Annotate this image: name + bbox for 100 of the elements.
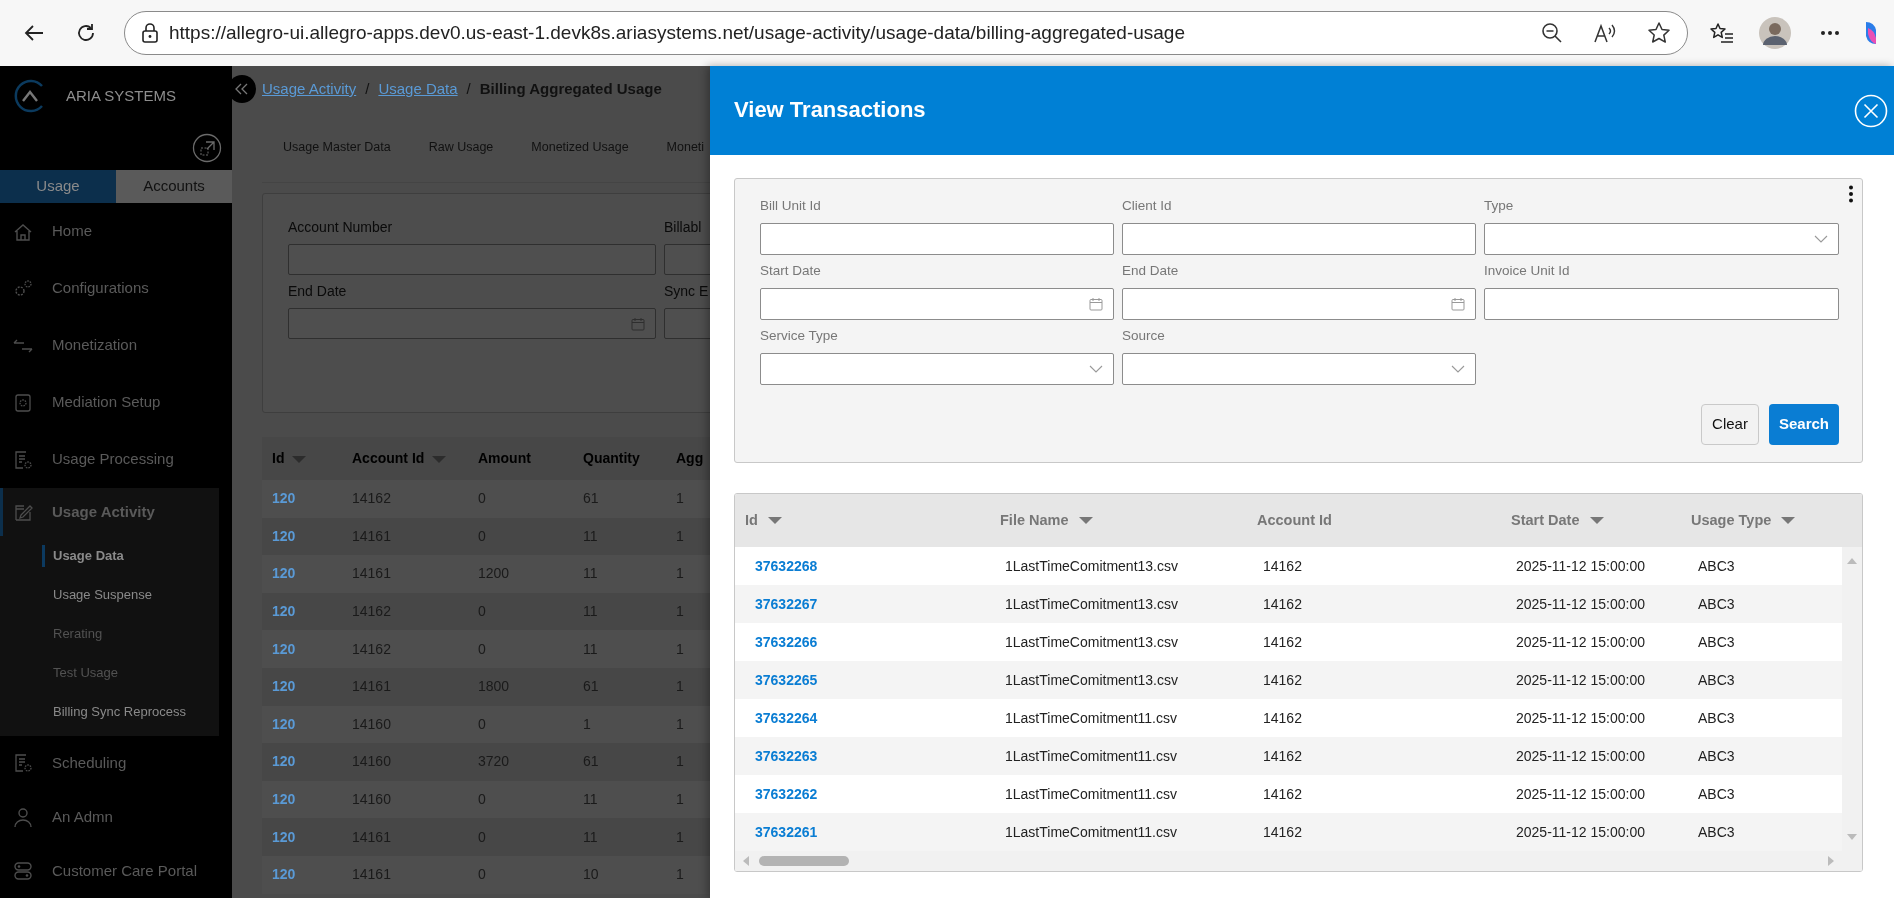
document-gear-icon [12,752,34,774]
id-link[interactable]: 37632267 [755,595,818,612]
document-gear-icon [12,448,34,471]
sidebar-tab[interactable]: Accounts [116,170,232,203]
id-link[interactable]: 37632264 [755,709,818,726]
sidebar-item[interactable]: Mediation Setup [0,374,232,431]
input-field[interactable] [1122,223,1476,255]
column-header[interactable]: Start Date [1511,509,1604,532]
address-bar[interactable]: https://allegro-ui.allegro-apps.dev0.us-east-1.devk8s.ariasystems.net/usage-activity/usage-data/billing-aggregated-usage [124,11,1688,55]
table-cell: 2025-11-12 15:00:00 [1516,709,1645,726]
id-link[interactable]: 37632268 [755,557,818,574]
id-link[interactable]: 120 [272,527,296,544]
id-link[interactable]: 120 [272,678,296,695]
expand-icon[interactable] [192,133,222,163]
page-tab[interactable]: Usage Master Data [283,137,391,157]
field-label: Bill Unit Id [760,197,822,216]
id-link[interactable]: 37632263 [755,747,818,764]
sidebar-item[interactable]: Monetization [0,317,232,374]
date-field[interactable] [1122,288,1476,320]
brand-name: ARIA SYSTEMS [66,85,177,106]
submenu-item[interactable]: Usage Suspense [0,575,219,614]
table-cell: 2025-11-12 15:00:00 [1516,747,1645,764]
date-field[interactable] [760,288,1114,320]
field-label: Sync E [664,282,709,301]
input-field[interactable] [760,223,1114,255]
sidebar-item[interactable]: Home [0,203,232,260]
sidebar-item[interactable]: Configurations [0,260,232,317]
submenu-item: Rerating [52,624,104,643]
id-link[interactable]: 120 [272,753,296,770]
close-button[interactable] [1854,93,1888,128]
page-tab[interactable]: Moneti [666,137,705,157]
server-icon [12,860,34,882]
id-link[interactable]: 120 [272,828,296,845]
table-cell: 1LastTimeComitment11.csv [1005,823,1177,840]
table-cell: ABC3 [1698,671,1735,688]
breadcrumb-separator: / [365,78,370,99]
column-header[interactable]: Amount [478,448,531,469]
favorites-icon[interactable] [1709,21,1735,45]
field-label: End Date [1122,262,1180,281]
table-cell: 1LastTimeComitment13.csv [1005,595,1178,612]
table-cell: 1LastTimeComitment11.csv [1005,747,1177,764]
double-chevron-icon[interactable] [235,83,249,95]
star-icon[interactable] [1647,21,1671,45]
id-link[interactable]: 120 [272,640,296,657]
column-header[interactable]: Id [272,448,307,469]
table-cell: ABC3 [1698,557,1735,574]
submenu-item[interactable]: Usage Data [0,536,219,575]
column-header[interactable]: Quantity [583,448,640,469]
submenu-item[interactable]: Billing Sync Reprocess [0,692,219,731]
table-cell: 14162 [1263,671,1302,688]
id-link[interactable]: 120 [272,565,296,582]
column-header[interactable]: Id [745,509,782,532]
kebab-menu-icon[interactable] [1848,185,1853,203]
lock-icon [141,23,159,43]
submenu-item: Test Usage [52,663,120,682]
table-cell: 2025-11-12 15:00:00 [1516,557,1645,574]
dropdown[interactable] [760,353,1114,385]
zoom-out-icon[interactable] [1541,22,1563,44]
id-link[interactable]: 37632266 [755,633,818,650]
sidebar-item[interactable]: Scheduling [0,736,232,790]
id-link[interactable]: 37632265 [755,671,818,688]
avatar-icon[interactable] [1758,16,1792,50]
id-link[interactable]: 37632261 [755,823,818,840]
table-cell: 1LastTimeComitment11.csv [1005,709,1177,726]
id-link[interactable]: 120 [272,791,296,808]
sidebar-item[interactable]: Customer Care Portal [0,844,232,898]
id-link[interactable]: 120 [272,490,296,507]
input-field[interactable] [288,244,656,275]
breadcrumb-current: Billing Aggregated Usage [479,78,662,99]
field-label: Client Id [1122,197,1173,216]
dropdown[interactable] [1484,223,1839,255]
breadcrumb-link[interactable]: Usage Data [378,77,458,101]
id-link[interactable]: 120 [272,866,296,883]
id-link[interactable]: 120 [272,603,296,620]
input-field[interactable] [1484,288,1839,320]
page-tab[interactable]: Monetized Usage [531,137,629,157]
column-header[interactable]: Agg [676,448,704,469]
date-field[interactable] [288,308,656,339]
table-cell: 1LastTimeComitment13.csv [1005,557,1178,574]
gear-document-icon [12,391,34,414]
table-cell: 14162 [1263,709,1302,726]
table-cell: 2025-11-12 15:00:00 [1516,595,1645,612]
search-button[interactable]: Search [1768,404,1839,445]
column-header[interactable]: Usage Type [1691,509,1796,532]
dropdown[interactable] [1122,353,1476,385]
id-link[interactable]: 120 [272,715,296,732]
clear-button[interactable]: Clear [1701,404,1759,445]
sidebar-item[interactable]: Usage Processing [0,431,232,488]
column-header[interactable]: File Name [1000,509,1093,532]
more-icon[interactable] [1820,30,1840,36]
column-header[interactable]: Account Id [352,448,447,469]
table-cell: 14162 [1263,823,1302,840]
sidebar-item[interactable]: An Admn [0,790,232,844]
sidebar-tab[interactable]: Usage [0,170,116,203]
page-tab[interactable]: Raw Usage [428,137,494,157]
breadcrumb-link[interactable]: Usage Activity [262,77,357,101]
read-aloud-icon[interactable] [1593,22,1617,44]
column-header[interactable]: Account Id [1257,509,1332,532]
id-link[interactable]: 37632262 [755,785,818,802]
sidebar-item[interactable]: Usage Activity [0,488,219,536]
